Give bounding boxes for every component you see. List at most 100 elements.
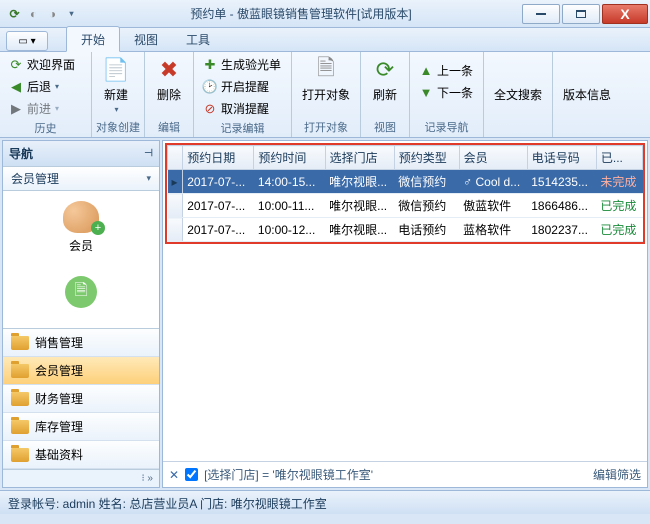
delete-button[interactable]: ✖删除 — [149, 54, 189, 105]
maximize-button[interactable] — [562, 4, 600, 24]
app-menu-button[interactable]: ▭ ▾ — [6, 31, 48, 51]
group-create-label: 对象创建 — [96, 118, 140, 137]
cell-member: ♂ Cool d... — [459, 170, 527, 194]
tab-view[interactable]: 视图 — [120, 27, 172, 51]
table-row[interactable]: 2017-07-...10:00-12...唯尔视眼...电话预约蓝格软件180… — [168, 218, 643, 242]
cell-type: 电话预约 — [394, 218, 459, 242]
cell-store: 唯尔视眼... — [325, 218, 394, 242]
cell-type: 微信预约 — [394, 170, 459, 194]
column-header[interactable]: 预约日期 — [183, 146, 254, 170]
title-bar: ⟳ ◐ ◑ ▾ 预约单 - 傲蓝眼镜销售管理软件[试用版本] X — [0, 0, 650, 28]
cell-phone: 1866486... — [527, 194, 596, 218]
nav-cat-4[interactable]: 基础资料 — [3, 441, 159, 469]
nav-cat-label: 会员管理 — [35, 362, 83, 379]
cell-date: 2017-07-... — [183, 218, 254, 242]
nav-cat-label: 基础资料 — [35, 446, 83, 463]
new-button[interactable]: 📄新建 — [96, 54, 136, 116]
cell-type: 微信预约 — [394, 194, 459, 218]
appointments-grid[interactable]: 预约日期预约时间选择门店预约类型会员电话号码已... ▸2017-07-...1… — [167, 145, 643, 242]
qa-icon-2[interactable]: ◑ — [44, 5, 61, 23]
column-header[interactable]: 预约类型 — [394, 146, 459, 170]
cell-status: 已完成 — [596, 194, 642, 218]
table-row[interactable]: 2017-07-...10:00-11...唯尔视眼...微信预约傲蓝软件186… — [168, 194, 643, 218]
row-indicator-header — [168, 146, 183, 170]
refresh-icon[interactable]: ⟳ — [6, 5, 23, 23]
column-header[interactable]: 预约时间 — [254, 146, 325, 170]
folder-icon — [11, 448, 29, 462]
welcome-button[interactable]: ⟳欢迎界面 — [4, 54, 79, 75]
nav-footer[interactable]: ⁝ » — [3, 469, 159, 487]
table-row[interactable]: ▸2017-07-...14:00-15...唯尔视眼...微信预约♂ Cool… — [168, 170, 643, 194]
back-button[interactable]: ◀后退 — [4, 76, 79, 97]
cell-time: 10:00-11... — [254, 194, 325, 218]
group-nav-label: 记录导航 — [414, 118, 479, 137]
document-icon[interactable]: 🗎 — [65, 276, 97, 308]
qa-icon-1[interactable]: ◐ — [25, 5, 42, 23]
next-record-button[interactable]: ▼下一条 — [414, 82, 477, 103]
nav-cat-1[interactable]: 会员管理 — [3, 357, 159, 385]
column-header[interactable]: 会员 — [459, 146, 527, 170]
cell-store: 唯尔视眼... — [325, 170, 394, 194]
refresh-button[interactable]: ⟳刷新 — [365, 54, 405, 105]
qa-dropdown-icon[interactable]: ▾ — [63, 5, 80, 23]
column-header[interactable]: 选择门店 — [325, 146, 394, 170]
tab-start[interactable]: 开始 — [66, 26, 120, 52]
fulltext-search-button[interactable]: 全文搜索 — [488, 54, 548, 105]
filter-checkbox[interactable] — [185, 468, 198, 481]
nav-cat-0[interactable]: 销售管理 — [3, 329, 159, 357]
row-indicator — [168, 218, 183, 242]
filter-text: [选择门店] = '唯尔视眼镜工作室' — [204, 466, 373, 483]
cell-member: 蓝格软件 — [459, 218, 527, 242]
minimize-button[interactable] — [522, 4, 560, 24]
cell-time: 14:00-15... — [254, 170, 325, 194]
cell-store: 唯尔视眼... — [325, 194, 394, 218]
status-bar: 登录帐号: admin 姓名: 总店营业员A 门店: 唯尔视眼镜工作室 — [0, 490, 650, 514]
cell-status: 未完成 — [596, 170, 642, 194]
nav-panel: 导航⊣ 会员管理▾ 会员 🗎 销售管理会员管理财务管理库存管理基础资料 ⁝ » — [2, 140, 160, 488]
clear-filter-icon[interactable]: ✕ — [169, 468, 179, 482]
column-header[interactable]: 电话号码 — [527, 146, 596, 170]
nav-section-header[interactable]: 会员管理▾ — [3, 167, 159, 191]
cancel-remind-button[interactable]: ⊘取消提醒 — [198, 98, 285, 119]
window-title: 预约单 - 傲蓝眼镜销售管理软件[试用版本] — [80, 5, 522, 22]
column-header[interactable]: 已... — [596, 146, 642, 170]
folder-icon — [11, 392, 29, 406]
nav-cat-label: 销售管理 — [35, 334, 83, 351]
menu-row: ▭ ▾ 开始 视图 工具 — [0, 28, 650, 52]
nav-cat-label: 财务管理 — [35, 390, 83, 407]
main-panel: 预约日期预约时间选择门店预约类型会员电话号码已... ▸2017-07-...1… — [162, 140, 648, 488]
close-button[interactable]: X — [602, 4, 648, 24]
cell-phone: 1802237... — [527, 218, 596, 242]
ribbon: ⟳欢迎界面 ◀后退 ▶前进 历史 📄新建 对象创建 ✖删除 编辑 ✚生成验光单 … — [0, 52, 650, 138]
filter-bar: ✕ [选择门店] = '唯尔视眼镜工作室' 编辑筛选 — [163, 461, 647, 487]
enable-remind-button[interactable]: 🕑开启提醒 — [198, 76, 285, 97]
prev-record-button[interactable]: ▲上一条 — [414, 60, 477, 81]
group-edit-label: 编辑 — [149, 118, 189, 137]
cell-status: 已完成 — [596, 218, 642, 242]
pin-icon[interactable]: ⊣ — [144, 148, 153, 159]
edit-filter-button[interactable]: 编辑筛选 — [593, 466, 641, 483]
group-history-label: 历史 — [4, 119, 87, 138]
cell-member: 傲蓝软件 — [459, 194, 527, 218]
folder-icon — [11, 336, 29, 350]
forward-button[interactable]: ▶前进 — [4, 98, 79, 119]
members-label[interactable]: 会员 — [69, 237, 93, 254]
nav-cat-2[interactable]: 财务管理 — [3, 385, 159, 413]
group-open-label: 打开对象 — [296, 118, 356, 137]
nav-cat-3[interactable]: 库存管理 — [3, 413, 159, 441]
open-object-button[interactable]: 🗎打开对象 — [296, 54, 356, 105]
cell-phone: 1514235... — [527, 170, 596, 194]
row-indicator: ▸ — [168, 170, 183, 194]
folder-icon — [11, 364, 29, 378]
nav-title: 导航⊣ — [3, 141, 159, 167]
group-record-label: 记录编辑 — [198, 119, 287, 138]
members-icon[interactable] — [63, 201, 99, 233]
tab-tool[interactable]: 工具 — [172, 27, 224, 51]
row-indicator — [168, 194, 183, 218]
cell-date: 2017-07-... — [183, 170, 254, 194]
cell-time: 10:00-12... — [254, 218, 325, 242]
version-info-button[interactable]: 版本信息 — [557, 54, 617, 105]
gen-optometry-button[interactable]: ✚生成验光单 — [198, 54, 285, 75]
quick-access: ⟳ ◐ ◑ ▾ — [0, 5, 80, 23]
group-view-label: 视图 — [365, 118, 405, 137]
